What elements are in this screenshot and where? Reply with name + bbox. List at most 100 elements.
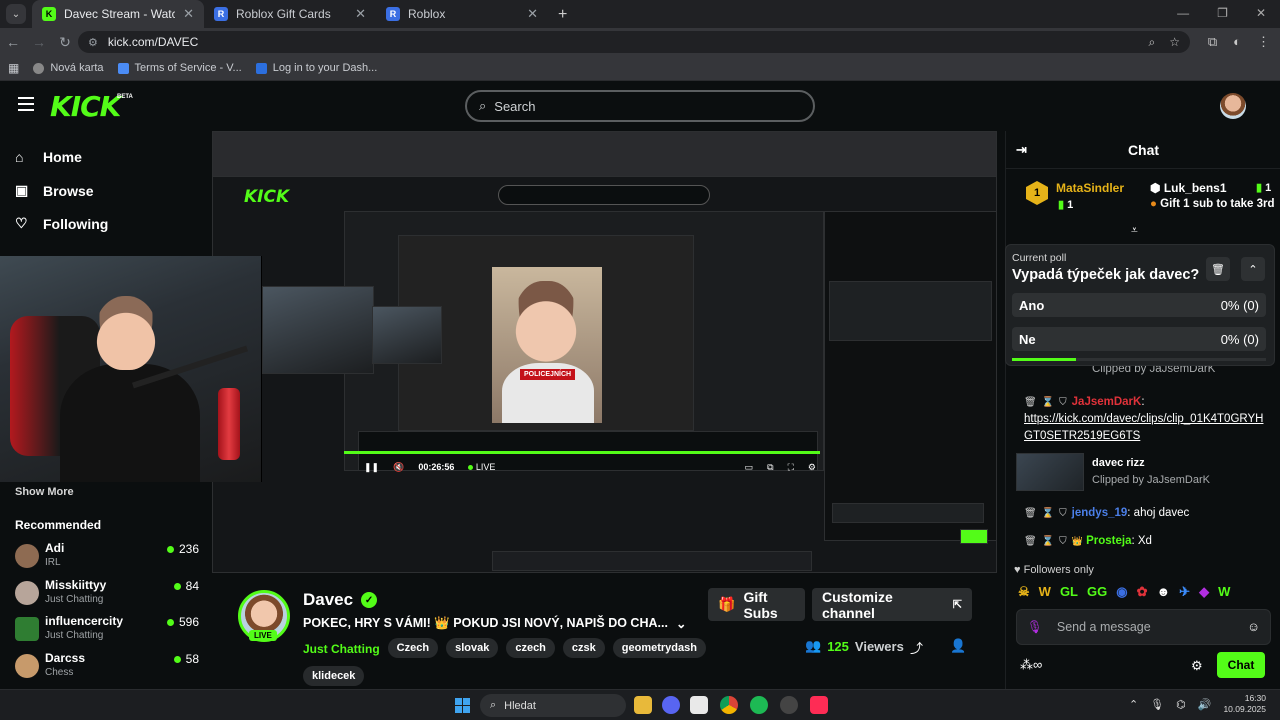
theater-icon[interactable]: ▭	[745, 462, 754, 473]
maximize-icon[interactable]: ❐	[1217, 6, 1228, 20]
minimize-icon[interactable]: —	[1177, 6, 1189, 20]
wifi-icon[interactable]: ⌬	[1176, 698, 1186, 711]
sidebar-item-browse[interactable]: ▣ Browse	[15, 182, 94, 199]
chat-username[interactable]: JaJsemDarK	[1072, 396, 1142, 408]
tray-chevron-icon[interactable]: ⌃	[1129, 698, 1138, 711]
sidebar-item-following[interactable]: ♡ Following	[15, 215, 108, 232]
ban-icon[interactable]: ⛉	[1059, 536, 1067, 547]
tab-roblox-gift-cards[interactable]: R Roblox Gift Cards ✕	[204, 0, 376, 28]
file-explorer-icon[interactable]	[634, 696, 652, 714]
microphone-icon[interactable]: 🎙	[1027, 620, 1043, 635]
delete-icon[interactable]: 🗑	[1024, 508, 1037, 519]
zoom-icon[interactable]: ⌕	[1149, 35, 1156, 50]
close-tab-icon[interactable]: ✕	[527, 6, 538, 22]
clip-embed[interactable]: davec rizz Clipped by JaJsemDarK	[1016, 453, 1268, 493]
delete-icon[interactable]: 🗑	[1024, 536, 1037, 547]
taskbar-search[interactable]: ⌕ Hledat	[480, 694, 626, 717]
clock[interactable]: 16:30 10.09.2025	[1223, 693, 1266, 715]
chat-username[interactable]: Prosteja	[1086, 535, 1131, 547]
list-item[interactable]: Misskiittyy Just Chatting 84	[15, 578, 199, 610]
tab-davec[interactable]: K Davec Stream - Watch Live on K ✕	[32, 0, 204, 28]
new-tab-button[interactable]: +	[548, 6, 577, 28]
profile-icon[interactable]: ◐	[1233, 34, 1241, 50]
hamburger-menu-icon[interactable]	[18, 97, 34, 111]
tab-search-button[interactable]: ⌄	[6, 4, 26, 24]
spotify-icon[interactable]	[750, 696, 768, 714]
volume-icon[interactable]: 🔊	[1198, 698, 1212, 711]
extensions-icon[interactable]: ⧉	[1208, 34, 1217, 50]
emote-icon[interactable]: ◆	[1199, 584, 1209, 600]
user-avatar[interactable]	[1220, 93, 1246, 119]
tab-roblox[interactable]: R Roblox ✕	[376, 0, 548, 28]
channel-name[interactable]: Davec ✓	[303, 590, 378, 610]
tag-chip[interactable]: geometrydash	[612, 638, 706, 658]
chat-link[interactable]: https://kick.com/davec/clips/clip_01K4T0…	[1024, 411, 1272, 445]
share-icon[interactable]: ⤴	[910, 638, 923, 657]
discord-icon[interactable]	[662, 696, 680, 714]
show-more-link[interactable]: Show More	[15, 486, 74, 498]
tag-chip[interactable]: slovak	[446, 638, 499, 658]
video-player[interactable]: KICK	[212, 131, 997, 573]
close-window-icon[interactable]: ✕	[1256, 6, 1266, 20]
bookmark-star-icon[interactable]: ☆	[1169, 35, 1180, 50]
emote-icon[interactable]: ☻	[1156, 584, 1170, 600]
emote-icon[interactable]: ◉	[1116, 584, 1127, 600]
settings-gear-icon[interactable]: ⚙	[808, 462, 816, 473]
poll-option-ne[interactable]: Ne 0% (0)	[1012, 327, 1266, 351]
ban-icon[interactable]: ⛉	[1059, 508, 1067, 519]
chat-settings-gear-icon[interactable]: ⚙	[1191, 658, 1203, 674]
chrome-icon[interactable]	[720, 696, 738, 714]
tag-chip[interactable]: czech	[506, 638, 555, 658]
timeout-icon[interactable]: ⌛	[1042, 536, 1054, 547]
collapse-poll-icon[interactable]: ⌃	[1241, 257, 1265, 281]
emoji-icon[interactable]: ☺	[1247, 620, 1260, 634]
ban-icon[interactable]: ⛉	[1059, 397, 1067, 408]
send-message-input[interactable]: 🎙 Send a message ☺	[1016, 609, 1271, 645]
emote-w[interactable]: W	[1039, 584, 1051, 600]
kick-logo[interactable]: KICK	[50, 90, 121, 123]
gift-user-2[interactable]: ⬢ Luk_bens1	[1150, 181, 1227, 195]
pip-icon[interactable]: ⧉	[767, 462, 773, 473]
emote-icon[interactable]: ✿	[1137, 584, 1148, 600]
bookmark-terms[interactable]: Terms of Service - V...	[117, 62, 242, 74]
tag-chip[interactable]: czsk	[562, 638, 605, 658]
app-icon[interactable]	[690, 696, 708, 714]
site-info-icon[interactable]: ⚙	[88, 36, 98, 49]
mute-icon[interactable]: 🔇	[393, 462, 404, 473]
search-input[interactable]: ⌕ Search	[465, 90, 815, 122]
follow-user-icon[interactable]: 👤	[950, 638, 966, 654]
close-tab-icon[interactable]: ✕	[355, 6, 366, 22]
forward-icon[interactable]: →	[26, 34, 52, 50]
timeout-icon[interactable]: ⌛	[1042, 508, 1054, 519]
list-item[interactable]: Darcss Chess 58	[15, 651, 199, 683]
emote-icon[interactable]: ✈	[1179, 584, 1190, 600]
tiktok-icon[interactable]	[810, 696, 828, 714]
chat-username[interactable]: jendys_19	[1072, 507, 1128, 519]
delete-poll-icon[interactable]: 🗑	[1206, 257, 1230, 281]
customize-channel-button[interactable]: Customize channel ⇱	[812, 588, 972, 621]
mic-tray-icon[interactable]: 🎙	[1150, 698, 1164, 711]
steam-icon[interactable]	[780, 696, 798, 714]
pause-icon[interactable]: ❚❚	[364, 462, 379, 473]
tag-chip[interactable]: klidecek	[303, 666, 365, 686]
timeout-icon[interactable]: ⌛	[1042, 397, 1054, 408]
gift-subs-button[interactable]: 🎁 Gift Subs	[708, 588, 805, 621]
collapse-chat-icon[interactable]: ⇥	[1016, 142, 1027, 158]
delete-icon[interactable]: 🗑	[1024, 397, 1037, 408]
gift-user[interactable]: MataSindler	[1056, 181, 1124, 195]
tag-chip[interactable]: Czech	[387, 638, 439, 658]
sidebar-item-home[interactable]: ⌂ Home	[15, 149, 82, 165]
emote-gl[interactable]: GL	[1060, 584, 1078, 600]
list-item[interactable]: influencercity Just Chatting 596	[15, 614, 199, 646]
emote-gg[interactable]: GG	[1087, 584, 1107, 600]
close-tab-icon[interactable]: ✕	[183, 6, 194, 22]
emote-w[interactable]: W	[1218, 584, 1230, 600]
back-icon[interactable]: ←	[0, 34, 26, 50]
apps-grid-icon[interactable]: ▦	[8, 61, 19, 75]
poll-option-ano[interactable]: Ano 0% (0)	[1012, 293, 1266, 317]
pin-icon[interactable]: ⩡	[1131, 223, 1138, 238]
bookmark-nova-karta[interactable]: Nová karta	[33, 62, 104, 74]
menu-dots-icon[interactable]: ⋮	[1257, 34, 1270, 50]
reload-icon[interactable]: ↻	[52, 34, 78, 51]
bookmark-dashboard[interactable]: Log in to your Dash...	[255, 62, 377, 74]
